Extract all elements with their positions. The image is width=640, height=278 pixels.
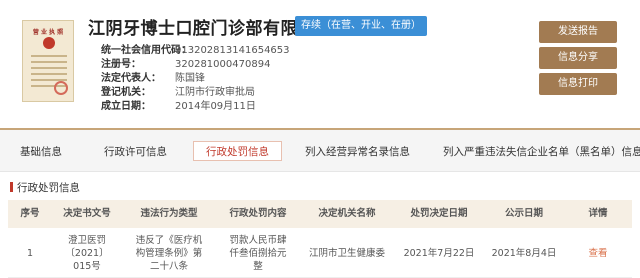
- col-doc-no: 决定书文号: [63, 208, 111, 219]
- info-reg-authority: 登记机关： 江阴市行政审批局: [101, 83, 255, 98]
- national-emblem-icon: [43, 37, 55, 49]
- col-authority: 决定机关名称: [318, 208, 376, 219]
- info-credit-code: 统一社会信用代码：913202813141654653: [101, 41, 290, 56]
- share-info-button[interactable]: 信息分享: [539, 47, 617, 69]
- send-report-button[interactable]: 发送报告: [539, 21, 617, 43]
- info-founded-date: 成立日期： 2014年09月11日: [101, 97, 256, 112]
- official-stamp-icon: [54, 81, 68, 95]
- cell-doc-no: 澄卫医罚〔2021〕015号: [65, 234, 109, 272]
- print-info-button[interactable]: 信息打印: [539, 73, 617, 95]
- col-penalty: 行政处罚内容: [229, 208, 287, 219]
- status-badge: 存续（在营、开业、在册）: [295, 16, 427, 36]
- info-label: 注册号：: [101, 59, 141, 70]
- col-index: 序号: [20, 208, 40, 219]
- cell-publish-date: 2021年8月4日: [491, 247, 557, 259]
- info-label: 法定代表人：: [101, 73, 161, 84]
- cell-violation: 违反了《医疗机构管理条例》第二十八条: [135, 234, 203, 272]
- view-detail-link[interactable]: 查看: [564, 228, 632, 278]
- tab-basic-info[interactable]: 基础信息: [20, 144, 62, 159]
- col-publish-date: 公示日期: [504, 208, 543, 219]
- section-marker: [10, 182, 13, 192]
- business-license-thumbnail[interactable]: 营 业 执 照: [22, 20, 74, 102]
- table-row: 1 澄卫医罚〔2021〕015号 违反了《医疗机构管理条例》第二十八条 罚款人民…: [8, 228, 632, 278]
- info-reg-no: 注册号： 320281000470894: [101, 55, 270, 70]
- info-label: 登记机关：: [101, 87, 151, 98]
- cell-penalty: 罚款人民币肆仟叁佰捌拾元整: [229, 234, 287, 272]
- info-label: 统一社会信用代码：: [101, 45, 191, 56]
- tab-blacklist[interactable]: 列入严重违法失信企业名单（黑名单）信息: [443, 144, 640, 159]
- cell-authority: 江阴市卫生健康委: [308, 247, 385, 259]
- tab-abnormal-operation[interactable]: 列入经营异常名录信息: [305, 144, 410, 159]
- col-detail: 详情: [588, 208, 608, 219]
- section-title: 行政处罚信息: [10, 180, 80, 195]
- section-title-text: 行政处罚信息: [17, 182, 80, 194]
- info-label: 成立日期：: [101, 101, 151, 112]
- admin-penalty-section: 行政处罚信息 序号 决定书文号 违法行为类型 行政处罚内容 决定机关名称 处罚决…: [0, 176, 640, 278]
- info-value: 2014年09月11日: [175, 101, 256, 112]
- tab-admin-license[interactable]: 行政许可信息: [104, 144, 167, 159]
- tabs-bar: 基础信息 行政许可信息 行政处罚信息 列入经营异常名录信息 列入严重违法失信企业…: [0, 128, 640, 172]
- tab-admin-penalty[interactable]: 行政处罚信息: [193, 141, 282, 161]
- info-legal-rep: 法定代表人： 陈国锋: [101, 69, 205, 84]
- license-title: 营 业 执 照: [32, 29, 64, 36]
- company-header: 营 业 执 照 江阴牙博士口腔门诊部有限公司 存续（在营、开业、在册） 统一社会…: [0, 0, 640, 118]
- cell-index: 1: [26, 247, 34, 259]
- table-header: 序号 决定书文号 违法行为类型 行政处罚内容 决定机关名称 处罚决定日期 公示日…: [8, 200, 632, 228]
- cell-decision-date: 2021年7月22日: [403, 247, 475, 259]
- col-violation: 违法行为类型: [140, 208, 198, 219]
- col-decision-date: 处罚决定日期: [410, 208, 468, 219]
